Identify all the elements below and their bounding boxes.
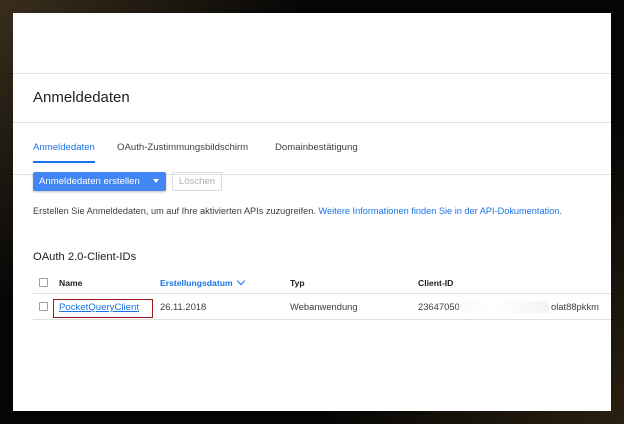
redacted-area xyxy=(459,301,549,313)
row-client-id-end: olat88pkkm xyxy=(551,301,599,312)
dropdown-caret-icon xyxy=(153,179,159,183)
tab-anmeldedaten[interactable]: Anmeldedaten xyxy=(33,142,95,163)
client-name-link[interactable]: PocketQueryClient xyxy=(59,302,139,313)
column-header-date-label: Erstellungsdatum xyxy=(160,278,233,288)
table-divider xyxy=(33,319,611,320)
column-header-date[interactable]: Erstellungsdatum xyxy=(160,276,245,288)
row-date: 26.11.2018 xyxy=(160,301,207,312)
documentation-link[interactable]: Weitere Informationen finden Sie in der … xyxy=(319,206,562,216)
screenshot-frame: Anmeldedaten Anmeldedaten OAuth-Zustimmu… xyxy=(0,0,624,424)
row-type: Webanwendung xyxy=(290,301,358,312)
info-description: Erstellen Sie Anmeldedaten, um auf Ihre … xyxy=(33,206,316,216)
page-title: Anmeldedaten xyxy=(33,89,130,106)
select-all-checkbox[interactable] xyxy=(39,278,48,287)
info-text: Erstellen Sie Anmeldedaten, um auf Ihre … xyxy=(33,206,562,216)
top-header xyxy=(13,13,611,74)
section-title: OAuth 2.0-Client-IDs xyxy=(33,251,137,263)
column-header-name[interactable]: Name xyxy=(59,278,82,288)
sort-arrow-icon xyxy=(236,276,245,286)
tab-oauth-consent[interactable]: OAuth-Zustimmungsbildschirm xyxy=(117,142,248,161)
tab-domain-verification[interactable]: Domainbestätigung xyxy=(275,142,358,161)
divider xyxy=(13,122,611,123)
column-header-client-id[interactable]: Client-ID xyxy=(418,278,453,288)
console-page: Anmeldedaten Anmeldedaten OAuth-Zustimmu… xyxy=(13,13,611,411)
column-header-type[interactable]: Typ xyxy=(290,278,305,288)
tab-bar: Anmeldedaten OAuth-Zustimmungsbildschirm… xyxy=(13,142,611,175)
table-divider xyxy=(33,293,611,294)
create-credentials-button[interactable]: Anmeldedaten erstellen xyxy=(33,172,166,191)
delete-button[interactable]: Löschen xyxy=(172,172,222,191)
row-checkbox[interactable] xyxy=(39,302,48,311)
client-name-highlight: PocketQueryClient xyxy=(53,299,153,318)
create-credentials-label: Anmeldedaten erstellen xyxy=(39,176,140,187)
